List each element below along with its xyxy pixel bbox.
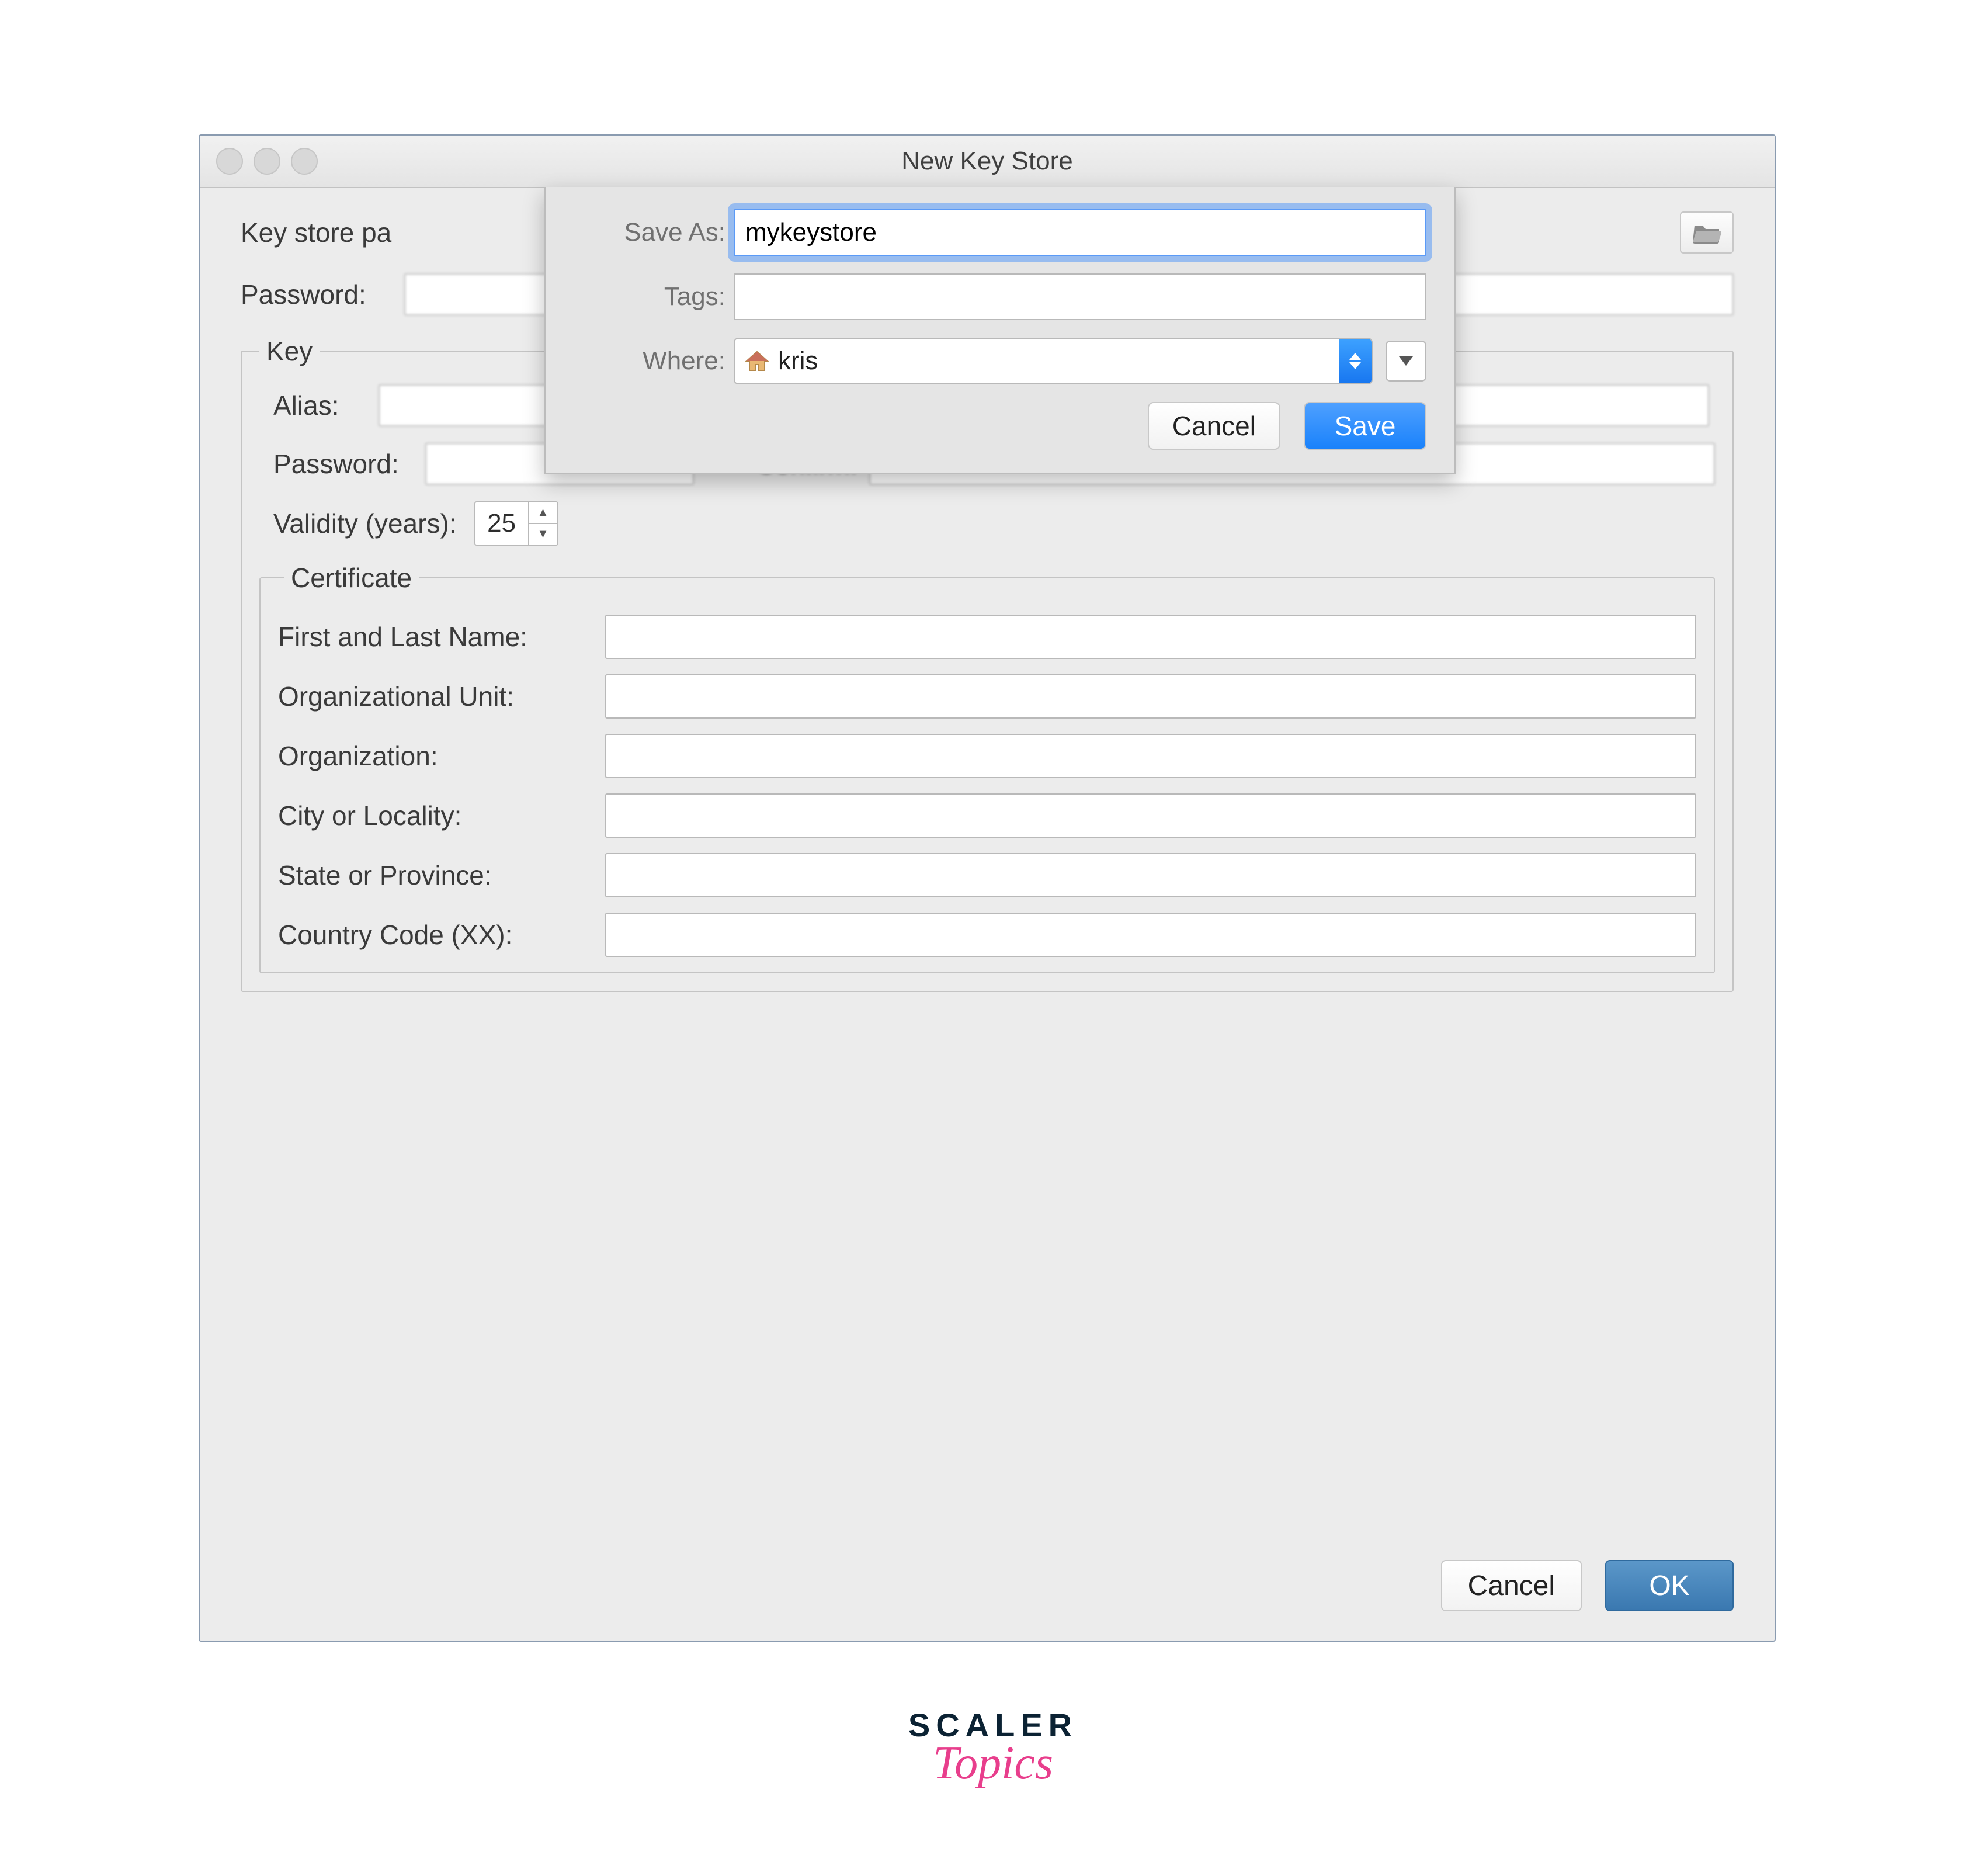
cert-city-input[interactable] [605,793,1696,838]
cert-state-label: State or Province: [278,859,605,891]
cert-org-unit-label: Organizational Unit: [278,681,605,712]
cert-org-input[interactable] [605,734,1696,778]
cancel-button[interactable]: Cancel [1441,1560,1582,1611]
brand-watermark: SCALER Topics [0,1706,1986,1790]
save-sheet-save-button[interactable]: Save [1304,402,1426,450]
where-dropdown-icon [1339,339,1372,383]
cert-state-input[interactable] [605,853,1696,897]
where-row: Where: kris [574,338,1426,384]
cert-org-label: Organization: [278,740,605,772]
save-as-input[interactable] [734,209,1426,256]
title-bar: New Key Store [200,136,1775,188]
save-sheet: Save As: Tags: Where: kris [544,187,1456,474]
cert-state-row: State or Province: [278,853,1696,897]
key-password-label: Password: [273,448,425,480]
save-as-row: Save As: [574,209,1426,256]
validity-stepper[interactable]: 25 ▲ ▼ [474,501,558,546]
key-group-legend: Key [259,335,320,367]
brand-line2: Topics [0,1737,1986,1790]
where-select[interactable]: kris [734,338,1373,384]
home-icon [744,348,770,374]
save-as-label: Save As: [574,218,725,247]
dialog-footer: Cancel OK [1441,1560,1734,1611]
tags-label: Tags: [574,282,725,311]
cert-name-row: First and Last Name: [278,615,1696,659]
expand-save-panel-button[interactable] [1386,341,1426,382]
ok-button[interactable]: OK [1605,1560,1734,1611]
window-title: New Key Store [200,147,1775,176]
browse-key-store-button[interactable] [1680,211,1734,254]
cert-country-label: Country Code (XX): [278,919,605,951]
chevron-down-icon [1399,356,1413,366]
tags-row: Tags: [574,273,1426,320]
validity-row: Validity (years): 25 ▲ ▼ [259,501,1715,546]
validity-increment-button[interactable]: ▲ [529,502,557,524]
cert-org-row: Organization: [278,734,1696,778]
validity-value[interactable]: 25 [475,509,528,538]
cert-org-unit-input[interactable] [605,674,1696,719]
cert-name-label: First and Last Name: [278,621,605,653]
cert-country-input[interactable] [605,913,1696,957]
alias-label: Alias: [273,390,379,421]
folder-open-icon [1693,221,1721,244]
keystore-password-label: Password: [241,279,393,310]
cert-name-input[interactable] [605,615,1696,659]
window-content: Key store pa Password: Key Alias: [200,188,1775,1641]
cert-country-row: Country Code (XX): [278,913,1696,957]
where-value: kris [778,346,818,376]
validity-label: Validity (years): [273,508,457,539]
certificate-group: Certificate First and Last Name: Organiz… [259,562,1715,973]
certificate-group-legend: Certificate [284,562,419,594]
cert-city-row: City or Locality: [278,793,1696,838]
validity-stepper-buttons: ▲ ▼ [528,502,557,545]
validity-decrement-button[interactable]: ▼ [529,524,557,545]
tags-input[interactable] [734,273,1426,320]
key-store-path-label: Key store pa [241,217,439,248]
cert-city-label: City or Locality: [278,800,605,831]
save-sheet-buttons: Cancel Save [574,402,1426,450]
save-sheet-cancel-button[interactable]: Cancel [1148,402,1280,450]
cert-org-unit-row: Organizational Unit: [278,674,1696,719]
where-label: Where: [574,346,725,376]
new-key-store-window: New Key Store Key store pa Password: Key [199,134,1776,1642]
